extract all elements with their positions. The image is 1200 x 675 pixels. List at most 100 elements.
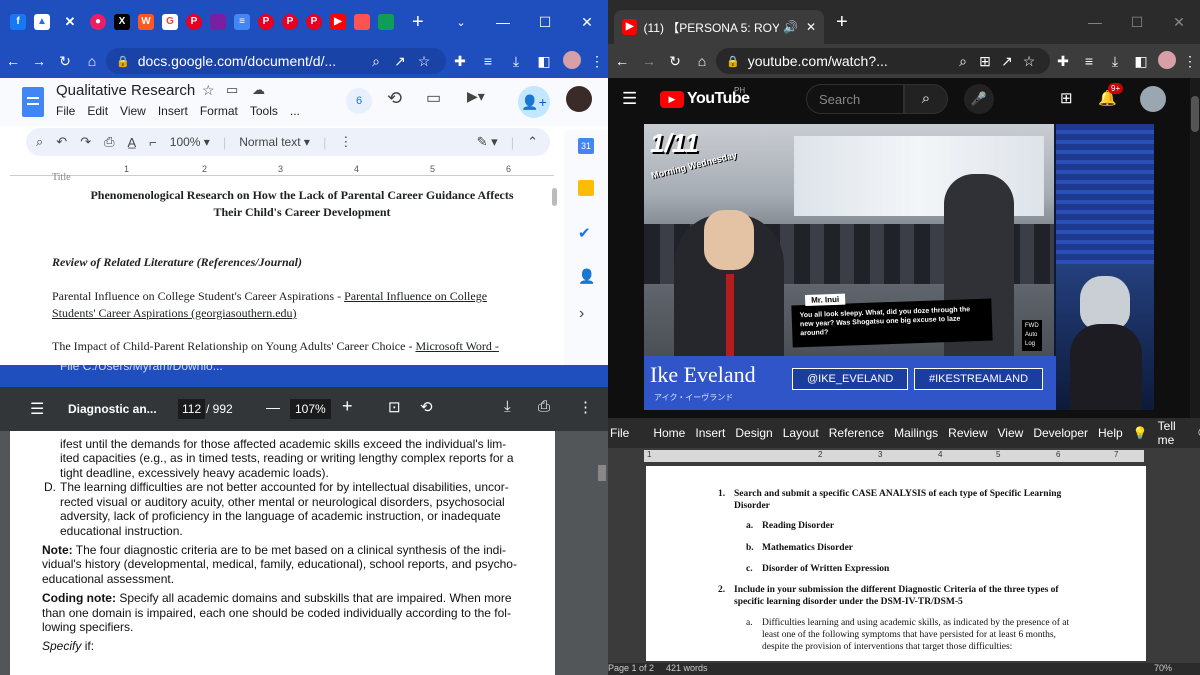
ribbon-tab-view[interactable]: View — [998, 426, 1024, 440]
editing-mode-icon[interactable]: ✎ ▾ — [477, 134, 498, 150]
bookmark-star-icon[interactable]: ☆ — [1018, 53, 1040, 70]
maximize-icon[interactable]: ☐ — [1116, 14, 1158, 31]
document-page[interactable]: Title Phenomenological Research on How t… — [0, 172, 562, 365]
account-avatar[interactable] — [566, 86, 592, 112]
app-icon[interactable] — [210, 14, 226, 30]
zoom-input[interactable]: 107% — [290, 399, 331, 419]
docs-icon[interactable]: ≡ — [234, 14, 250, 30]
minimize-icon[interactable]: — — [482, 14, 524, 30]
share-icon[interactable]: ↗ — [996, 53, 1018, 70]
voice-search-icon[interactable]: 🎤 — [964, 84, 994, 114]
record-icon[interactable]: ● — [90, 14, 106, 30]
ribbon-tab-insert[interactable]: Insert — [695, 426, 725, 440]
extensions-icon[interactable]: ✚ — [446, 53, 474, 70]
reload-icon[interactable]: ↻ — [662, 53, 688, 70]
menu-tools[interactable]: Tools — [250, 104, 278, 118]
close-window-icon[interactable]: ✕ — [566, 14, 608, 31]
reload-icon[interactable]: ↻ — [52, 53, 78, 70]
ribbon-tab-file[interactable]: File — [610, 426, 629, 440]
meet-icon[interactable]: ▶▾ — [467, 88, 485, 105]
print-icon[interactable]: ⎙ — [104, 134, 114, 150]
pdf-scrollbar[interactable] — [598, 465, 606, 481]
collaborator-count-badge[interactable]: 6 — [346, 88, 372, 114]
star-icon[interactable]: ☆ — [202, 82, 215, 99]
pinterest-icon[interactable]: P — [306, 14, 322, 30]
yt-tab[interactable]: ▶ (11) 【PERSONA 5: ROYAL #2 🔊 ✕ — [614, 10, 824, 44]
install-icon[interactable]: ⊞ — [974, 53, 996, 70]
expand-panel-icon[interactable]: › — [579, 305, 584, 323]
search-menus-icon[interactable]: ⌕ — [36, 134, 43, 150]
download-icon[interactable]: ⤓ — [1102, 53, 1128, 70]
maximize-icon[interactable]: ☐ — [524, 14, 566, 31]
yt-search-input[interactable]: Search — [806, 84, 904, 114]
share-icon[interactable]: ↗ — [388, 53, 412, 70]
collapse-toolbar-icon[interactable]: ⌃ — [527, 134, 538, 150]
yt-menu-icon[interactable]: ☰ — [622, 89, 637, 109]
tab-close-icon[interactable]: ✕ — [62, 14, 78, 30]
word-page[interactable]: 1. Search and submit a specific CASE ANA… — [646, 466, 1146, 661]
queue-icon[interactable]: ≡ — [474, 53, 502, 69]
back-icon[interactable]: ← — [608, 53, 636, 69]
new-tab-icon[interactable]: + — [412, 11, 424, 34]
undo-icon[interactable]: ↶ — [56, 134, 67, 150]
yt-scrollbar[interactable] — [1190, 78, 1200, 418]
search-icon[interactable]: ⌕ — [952, 53, 974, 70]
share-person-icon[interactable]: 👤+ — [518, 86, 550, 118]
document-title[interactable]: Qualitative Research — [56, 82, 195, 99]
audio-icon[interactable]: 🔊 — [783, 20, 798, 34]
home-icon[interactable]: ⌂ — [688, 53, 716, 69]
profile-avatar[interactable] — [1154, 50, 1180, 72]
ribbon-tab-developer[interactable]: Developer — [1033, 426, 1088, 440]
comments-icon[interactable]: ▭ — [426, 88, 441, 108]
zoom-in-icon[interactable]: + — [342, 396, 353, 417]
forward-icon[interactable]: → — [636, 53, 662, 69]
ribbon-tab-home[interactable]: Home — [653, 426, 685, 440]
facebook-icon[interactable]: f — [10, 14, 26, 30]
paint-format-icon[interactable]: ⌐ — [149, 135, 157, 150]
pdf-download-icon[interactable]: ⤓ — [504, 398, 511, 415]
contacts-icon[interactable]: 👤 — [578, 268, 595, 285]
profile-avatar[interactable] — [558, 50, 586, 72]
pdf-menu-icon[interactable]: ☰ — [30, 399, 44, 419]
keep-icon[interactable] — [578, 180, 594, 196]
home-icon[interactable]: ⌂ — [78, 53, 106, 69]
ribbon-tab-design[interactable]: Design — [735, 426, 772, 440]
yt-search-button[interactable]: ⌕ — [904, 84, 948, 114]
zoom-select[interactable]: 100% ▾ — [170, 135, 210, 149]
menu-format[interactable]: Format — [200, 104, 238, 118]
google-icon[interactable]: G — [162, 14, 178, 30]
rotate-icon[interactable]: ⟲ — [420, 398, 433, 416]
sidebar-icon[interactable]: ◧ — [530, 53, 558, 70]
download-icon[interactable]: ⤓ — [502, 53, 530, 70]
comments-icon[interactable]: 🗨 — [1196, 425, 1200, 442]
menu-dots-icon[interactable]: ⋮ — [1180, 53, 1200, 70]
url-field[interactable]: 🔒 docs.google.com/document/d/... ⌕ ↗ ☆ — [106, 48, 446, 74]
search-icon[interactable]: ⌕ — [364, 53, 388, 70]
pdf-print-icon[interactable]: ⎙ — [538, 398, 550, 415]
url-field[interactable]: 🔒 youtube.com/watch?... ⌕ ⊞ ↗ ☆ — [716, 48, 1050, 74]
menu-edit[interactable]: Edit — [87, 104, 108, 118]
ribbon-tab-mailings[interactable]: Mailings — [894, 426, 938, 440]
close-window-icon[interactable]: ✕ — [1158, 14, 1200, 31]
reference-link[interactable]: Parental Influence on College — [344, 289, 487, 303]
spellcheck-icon[interactable]: A̲ — [128, 135, 137, 150]
calendar-icon[interactable]: 31 — [578, 138, 594, 154]
create-video-icon[interactable]: ⊞ — [1060, 89, 1073, 107]
move-folder-icon[interactable]: ▭ — [226, 82, 238, 98]
zoom-out-icon[interactable]: — — [266, 399, 280, 415]
pinterest-icon[interactable]: P — [258, 14, 274, 30]
app-icon[interactable] — [378, 14, 394, 30]
app-icon[interactable]: W — [138, 14, 154, 30]
menu-insert[interactable]: Insert — [158, 104, 188, 118]
youtube-icon[interactable]: ▶ — [330, 14, 346, 30]
reference-link[interactable]: Microsoft Word - — [415, 339, 498, 353]
youtube-logo-icon[interactable]: ▶ — [660, 91, 684, 108]
pinterest-icon[interactable]: P — [282, 14, 298, 30]
fit-page-icon[interactable]: ⊡ — [388, 398, 401, 416]
sidebar-icon[interactable]: ◧ — [1128, 53, 1154, 70]
menu-dots-icon[interactable]: ⋮ — [586, 53, 608, 70]
style-select[interactable]: Normal text ▾ — [239, 135, 310, 149]
tell-me-search[interactable]: Tell me — [1158, 419, 1176, 447]
ribbon-tab-references[interactable]: Reference — [829, 426, 884, 440]
ribbon-tab-help[interactable]: Help — [1098, 426, 1123, 440]
